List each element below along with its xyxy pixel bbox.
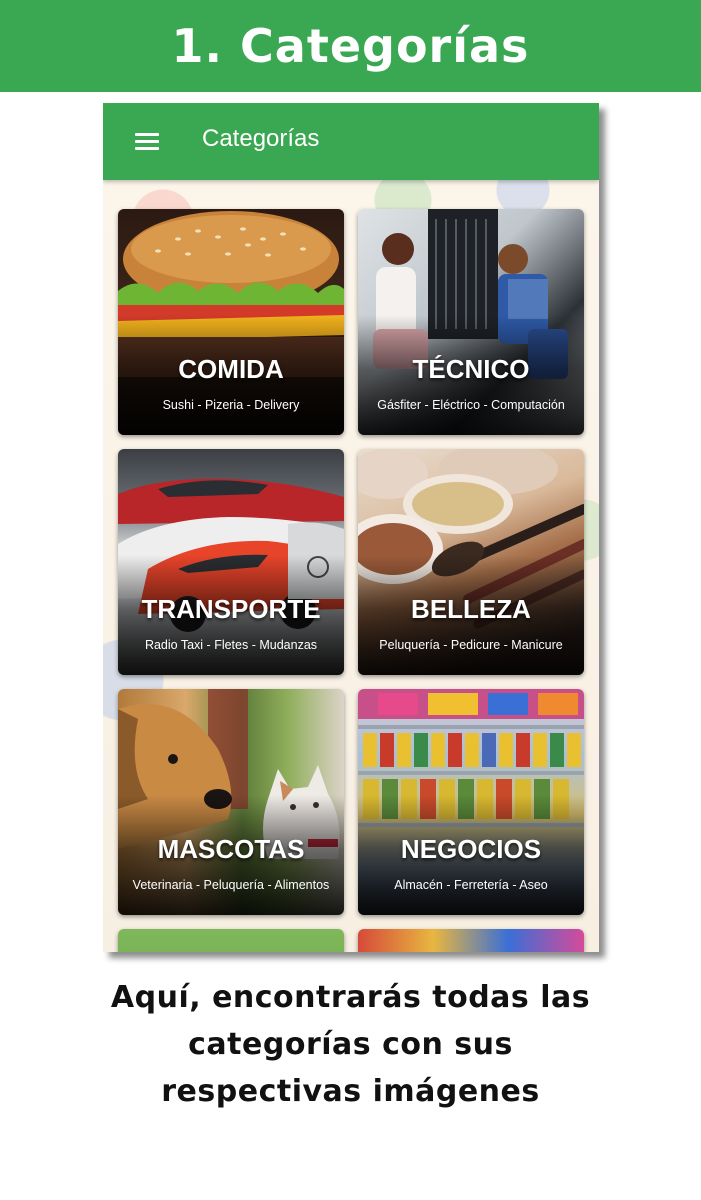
hamburger-menu-icon[interactable] [127,125,167,161]
category-card-comida[interactable]: COMIDA Sushi - Pizeria - Delivery [118,209,344,435]
app-bar-title: Categorías [202,125,320,152]
caption: Aquí, encontrarás todas las categorías c… [0,974,701,1115]
category-subtitle: Veterinaria - Peluquería - Alimentos [132,878,330,892]
caption-line-2: categorías con sus [188,1027,513,1062]
category-title: NEGOCIOS [400,834,542,864]
category-title: COMIDA [178,354,284,384]
category-card-negocios[interactable]: NEGOCIOS Almacén - Ferretería - Aseo [358,689,584,915]
category-subtitle: Sushi - Pizeria - Delivery [162,398,300,412]
category-title: TRANSPORTE [141,594,321,624]
category-card-belleza[interactable]: BELLEZA Peluquería - Pedicure - Manicure [358,449,584,675]
category-card-partial-left[interactable] [118,929,344,952]
banner-title: 1. Categorías [171,19,530,73]
header-banner: 1. Categorías [0,0,701,92]
category-subtitle: Radio Taxi - Fletes - Mudanzas [144,638,318,652]
category-subtitle: Almacén - Ferretería - Aseo [394,878,548,892]
caption-line-3: respectivas imágenes [161,1074,540,1109]
toys-image [358,929,584,952]
category-subtitle: Gásfiter - Eléctrico - Computación [377,398,565,412]
app-bar: Categorías [103,103,599,180]
category-card-mascotas[interactable]: MASCOTAS Veterinaria - Peluquería - Alim… [118,689,344,915]
category-subtitle: Peluquería - Pedicure - Manicure [379,638,563,652]
category-title: BELLEZA [411,594,531,624]
category-title: TÉCNICO [412,354,530,384]
category-title: MASCOTAS [157,834,305,864]
caption-line-1: Aquí, encontrarás todas las [110,980,591,1015]
phone-screen: Categorías COMIDA Sushi - Pizeria - Deli… [103,103,599,952]
vegetables-image [118,929,344,952]
category-card-partial-right[interactable] [358,929,584,952]
category-card-tecnico[interactable]: TÉCNICO Gásfiter - Eléctrico - Computaci… [358,209,584,435]
category-card-transporte[interactable]: TRANSPORTE Radio Taxi - Fletes - Mudanza… [118,449,344,675]
